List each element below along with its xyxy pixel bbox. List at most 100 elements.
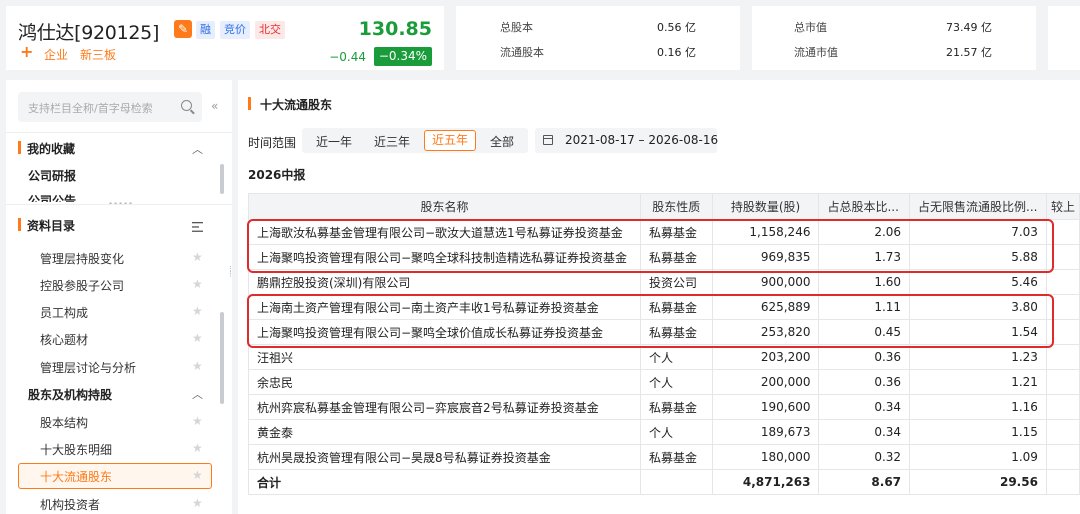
- tag-exchange: 北交: [255, 21, 285, 39]
- range-selector: 近一年 近三年 近五年 全部: [302, 128, 528, 153]
- edit-icon[interactable]: ✎: [174, 20, 192, 38]
- favorite-item-announcement[interactable]: 公司公告: [28, 192, 76, 202]
- cell-type: 个人: [639, 419, 713, 445]
- star-icon[interactable]: ★: [192, 359, 203, 373]
- section-accent: [18, 141, 21, 154]
- star-icon[interactable]: ★: [192, 277, 203, 291]
- catalog-group-shareholders[interactable]: 股东及机构持股: [28, 386, 112, 403]
- tag-enterprise: 企业: [44, 48, 69, 62]
- sidebar: 支持栏目全称/首字母检索 « 我的收藏 ︿ 公司研报 公司公告 ∙∙∙∙∙ 资料…: [6, 80, 232, 514]
- cell-change: [1045, 269, 1080, 295]
- star-icon[interactable]: ★: [192, 468, 203, 482]
- catalog-item[interactable]: 十大股东明细: [40, 441, 112, 458]
- favorites-scrollbar[interactable]: [220, 164, 224, 194]
- catalog-title[interactable]: 资料目录: [27, 217, 75, 234]
- column-header[interactable]: 较上: [1045, 193, 1080, 220]
- cell-name: 汪祖兴: [248, 344, 641, 370]
- time-range-label: 时间范围: [248, 136, 297, 150]
- cell-pct-total: 8.67: [818, 469, 911, 495]
- table-total-row[interactable]: 合计 4,871,263 8.67 29.56: [248, 469, 1080, 495]
- section-accent: [248, 97, 251, 110]
- cell-pct-float: 1.21: [909, 369, 1047, 395]
- table-row[interactable]: 余忠民 个人 200,000 0.36 1.21: [248, 369, 1080, 395]
- add-icon[interactable]: +: [20, 44, 33, 60]
- table-row[interactable]: 汪祖兴 个人 203,200 0.36 1.23: [248, 344, 1080, 370]
- catalog-item-top10-float[interactable]: 十大流通股东: [40, 468, 112, 485]
- date-range-picker[interactable]: 2021-08-17 – 2026-08-16: [535, 128, 719, 153]
- catalog-item[interactable]: 管理层讨论与分析: [40, 359, 136, 376]
- market-cap-card: 总市值 73.49 亿 流通市值 21.57 亿: [752, 6, 1036, 70]
- cell-pct-float: 1.23: [909, 344, 1047, 370]
- column-header[interactable]: 股东性质: [639, 193, 713, 220]
- cell-name: 杭州弈宸私募基金管理有限公司−弈宸宸音2号私募证券投资基金: [248, 394, 641, 420]
- range-option-3y[interactable]: 近三年: [374, 133, 410, 150]
- sidebar-resize-icon[interactable]: ⁝ ⁝: [229, 266, 233, 280]
- cell-pct-total: 0.34: [818, 394, 911, 420]
- cell-shares: 200,000: [711, 369, 820, 395]
- tag-neeq: 新三板: [80, 48, 117, 62]
- section-accent: [18, 218, 21, 231]
- date-range-text: 2021-08-17 – 2026-08-16: [565, 133, 719, 147]
- cell-pct-total: 1.60: [818, 269, 911, 295]
- column-header[interactable]: 占总股本比...: [818, 193, 911, 220]
- cell-type: 私募基金: [639, 444, 713, 470]
- cell-type: 投资公司: [639, 269, 713, 295]
- range-option-all[interactable]: 全部: [490, 133, 514, 150]
- favorite-item-research[interactable]: 公司研报: [28, 167, 76, 184]
- cell-change: [1045, 394, 1080, 420]
- cell-name: 黄金泰: [248, 419, 641, 445]
- main-panel: 十大流通股东 时间范围 近一年 近三年 近五年 全部 2021-08-17 – …: [238, 80, 1080, 514]
- favorites-title[interactable]: 我的收藏: [27, 140, 75, 157]
- catalog-item[interactable]: 管理层持股变化: [40, 250, 124, 267]
- share-capital-card: 总股本 0.56 亿 流通股本 0.16 亿: [456, 6, 740, 70]
- column-header[interactable]: 占无限售流通股比例...: [909, 193, 1047, 220]
- stat-value: 0.56 亿: [657, 21, 696, 34]
- catalog-item[interactable]: 员工构成: [40, 304, 88, 321]
- stat-label: 流通市值: [794, 46, 838, 59]
- cell-shares: 189,673: [711, 419, 820, 445]
- cell-change: [1045, 419, 1080, 445]
- table-row[interactable]: 鹏鼎控股投资(深圳)有限公司 投资公司 900,000 1.60 5.46: [248, 269, 1080, 295]
- star-icon[interactable]: ★: [192, 331, 203, 345]
- catalog-item[interactable]: 机构投资者: [40, 496, 100, 513]
- cell-change: [1045, 444, 1080, 470]
- divider: [6, 204, 232, 205]
- cell-pct-total: 0.36: [818, 344, 911, 370]
- star-icon[interactable]: ★: [192, 250, 203, 264]
- catalog-item[interactable]: 控股参股子公司: [40, 277, 124, 294]
- list-collapse-icon[interactable]: [192, 222, 203, 232]
- search-icon[interactable]: [181, 100, 192, 111]
- catalog-scrollbar[interactable]: [220, 312, 224, 404]
- catalog-item[interactable]: 核心题材: [40, 331, 88, 348]
- search-placeholder: 支持栏目全称/首字母检索: [28, 102, 153, 115]
- sidebar-search-input[interactable]: 支持栏目全称/首字母检索: [18, 92, 202, 122]
- cell-pct-total: 0.36: [818, 369, 911, 395]
- cell-pct-float: 1.16: [909, 394, 1047, 420]
- star-icon[interactable]: ★: [192, 496, 203, 510]
- star-icon[interactable]: ★: [192, 304, 203, 318]
- tag-auction: 竞价: [220, 21, 250, 39]
- star-icon[interactable]: ★: [192, 414, 203, 428]
- divider: [6, 132, 232, 133]
- cell-shares: 203,200: [711, 344, 820, 370]
- range-option-5y-label: 近五年: [431, 133, 468, 147]
- stock-price: 130.85: [358, 18, 432, 40]
- range-option-5y[interactable]: 近五年: [424, 130, 476, 151]
- column-header[interactable]: 股东名称: [248, 193, 641, 220]
- column-header[interactable]: 持股数量(股): [711, 193, 820, 220]
- star-icon[interactable]: ★: [192, 441, 203, 455]
- table-row[interactable]: 杭州弈宸私募基金管理有限公司−弈宸宸音2号私募证券投资基金 私募基金 190,600…: [248, 394, 1080, 420]
- table-row[interactable]: 黄金泰 个人 189,673 0.34 1.15: [248, 419, 1080, 445]
- quote-card: 鸿仕达[920125] ✎ 融 竞价 北交 + 企业 新三板 130.85 −0…: [6, 6, 444, 70]
- chevron-up-icon[interactable]: ︿: [192, 141, 203, 157]
- collapse-sidebar-icon[interactable]: «: [211, 99, 218, 113]
- table-row[interactable]: 杭州昊晟投资管理有限公司−昊晟8号私募证券投资基金 私募基金 180,000 0.32…: [248, 444, 1080, 470]
- cell-change: [1045, 469, 1080, 495]
- catalog-item[interactable]: 股本结构: [40, 414, 88, 431]
- cell-change: [1045, 369, 1080, 395]
- range-option-1y[interactable]: 近一年: [316, 133, 352, 150]
- cell-name: 鹏鼎控股投资(深圳)有限公司: [248, 269, 641, 295]
- chevron-up-icon[interactable]: ︿: [192, 386, 203, 402]
- cell-shares: 190,600: [711, 394, 820, 420]
- cell-pct-float: 1.15: [909, 419, 1047, 445]
